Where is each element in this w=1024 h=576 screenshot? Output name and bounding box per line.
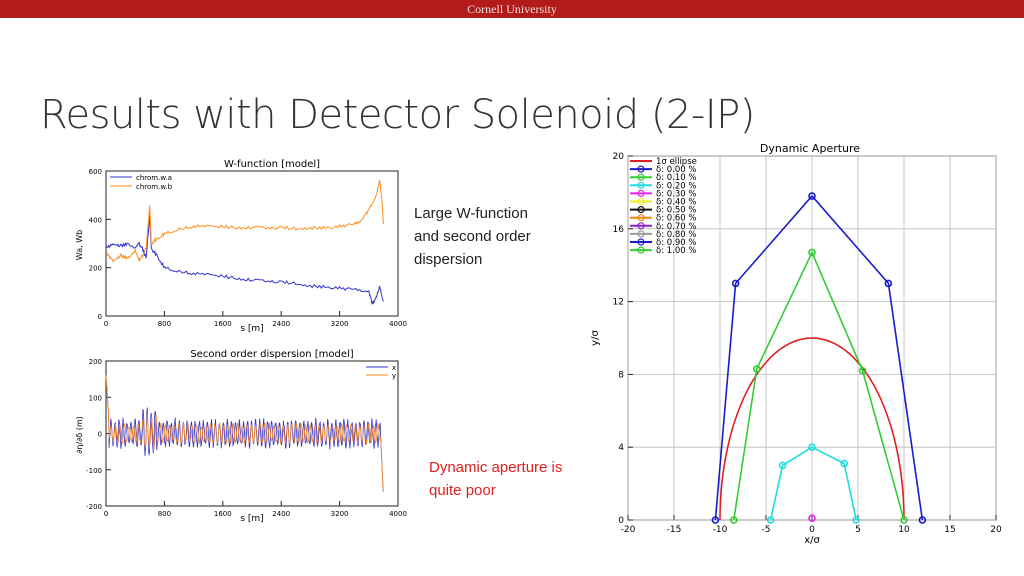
y-axis-label: Wa, Wb <box>75 230 84 260</box>
x-tick-label: 1600 <box>214 320 232 328</box>
y-tick-label: 400 <box>89 216 102 224</box>
plot-frame <box>105 170 399 317</box>
y-tick-label: 200 <box>89 358 102 366</box>
x-tick-label: 2400 <box>272 510 290 518</box>
x-axis-label: s [m] <box>240 514 263 524</box>
x-tick-label: 5 <box>855 525 861 535</box>
x-tick-label: 0 <box>104 510 108 518</box>
x-tick-label: 3200 <box>331 510 349 518</box>
x-tick-label: 3200 <box>331 320 349 328</box>
x-tick-label: 10 <box>898 525 910 535</box>
x-tick-label: -5 <box>762 525 771 535</box>
y-tick-label: -200 <box>86 503 102 511</box>
legend-label: y <box>392 372 396 380</box>
x-tick-label: -20 <box>621 525 636 535</box>
chart-title: Second order dispersion [model] <box>190 349 353 360</box>
y-axis-label: ∂η/∂δ (m) <box>75 416 84 454</box>
legend-label: δ: 1.00 % <box>656 246 696 256</box>
note-wfunction: Large W-function and second order disper… <box>414 202 531 271</box>
slide-title: Results with Detector Solenoid (2-IP) <box>40 92 755 138</box>
note-line: and second order <box>414 228 531 245</box>
legend-label: x <box>392 364 396 372</box>
x-tick-label: 4000 <box>389 510 407 518</box>
series-line <box>105 375 384 493</box>
x-axis-label: x/σ <box>804 535 820 546</box>
legend-label: chrom.w.a <box>136 174 172 182</box>
legend-label: chrom.w.b <box>136 183 173 191</box>
y-tick-label: 12 <box>613 298 624 308</box>
series-line <box>714 194 924 521</box>
institution-name: Cornell University <box>467 2 557 16</box>
y-axis-label: y/σ <box>590 330 601 346</box>
y-tick-label: -100 <box>86 467 102 475</box>
x-tick-label: 4000 <box>389 320 407 328</box>
series-line <box>769 446 857 521</box>
y-tick-label: 16 <box>613 225 625 235</box>
x-tick-label: 800 <box>158 510 171 518</box>
x-tick-label: 800 <box>158 320 171 328</box>
x-tick-label: -10 <box>713 525 728 535</box>
x-tick-label: 0 <box>809 525 815 535</box>
note-line: quite poor <box>429 482 496 499</box>
y-tick-label: 0 <box>98 431 102 439</box>
y-tick-label: 8 <box>618 370 624 380</box>
x-tick-label: 1600 <box>214 510 232 518</box>
note-line: Dynamic aperture is <box>429 459 563 476</box>
y-tick-label: 20 <box>613 152 625 162</box>
chart-title: Dynamic Aperture <box>760 142 860 155</box>
y-tick-label: 0 <box>618 516 624 526</box>
y-tick-label: 100 <box>89 394 102 402</box>
note-line: Large W-function <box>414 205 528 222</box>
x-tick-label: 0 <box>104 320 108 328</box>
header-bar: Cornell University <box>0 0 1024 18</box>
dynamic-aperture-chart: Dynamic Aperture x/σ y/σ -20 -15 -10 -5 0 5 10… <box>590 142 1002 546</box>
series-line <box>733 250 905 521</box>
y-tick-label: 0 <box>98 313 102 321</box>
x-tick-label: -15 <box>667 525 682 535</box>
y-tick-label: 4 <box>618 443 624 453</box>
note-aperture: Dynamic aperture is quite poor <box>429 456 562 502</box>
y-tick-label: 200 <box>89 265 102 273</box>
y-tick-label: 600 <box>89 168 102 176</box>
x-tick-label: 2400 <box>272 320 290 328</box>
chart-title: W-function [model] <box>224 159 320 170</box>
series-line <box>106 180 384 263</box>
note-line: dispersion <box>414 251 483 268</box>
x-axis-label: s [m] <box>240 324 263 334</box>
second-order-dispersion-chart: Second order dispersion [model] s [m] ∂η… <box>75 349 407 524</box>
x-tick-label: 15 <box>944 525 955 535</box>
w-function-chart: W-function [model] s [m] Wa, Wb 0 800 1600… <box>75 159 407 334</box>
x-tick-label: 20 <box>990 525 1002 535</box>
